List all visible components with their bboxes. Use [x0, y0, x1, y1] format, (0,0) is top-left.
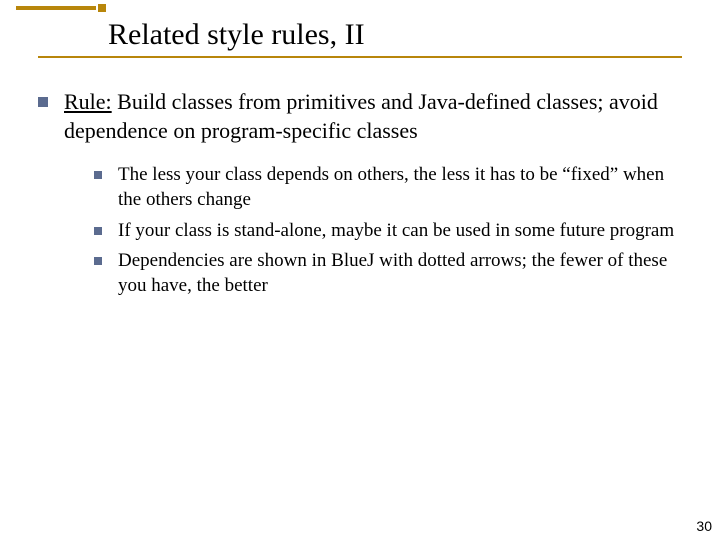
rule-label: Rule:: [64, 89, 112, 114]
header-accent-square: [98, 4, 106, 12]
sub-bullet-text: The less your class depends on others, t…: [118, 163, 690, 212]
square-bullet-icon: [94, 171, 102, 179]
title-underline: [38, 56, 682, 58]
slide-title: Related style rules, II: [108, 18, 365, 52]
main-bullet-row: Rule: Build classes from primitives and …: [38, 88, 690, 145]
sub-bullet-text: Dependencies are shown in BlueJ with dot…: [118, 249, 690, 298]
square-bullet-icon: [38, 97, 48, 107]
sub-bullet-row: If your class is stand-alone, maybe it c…: [94, 219, 690, 244]
sub-bullet-text: If your class is stand-alone, maybe it c…: [118, 219, 674, 244]
rule-body: Build classes from primitives and Java-d…: [64, 89, 658, 143]
content-area: Rule: Build classes from primitives and …: [38, 88, 690, 305]
square-bullet-icon: [94, 227, 102, 235]
sub-bullet-row: The less your class depends on others, t…: [94, 163, 690, 212]
square-bullet-icon: [94, 257, 102, 265]
main-bullet-text: Rule: Build classes from primitives and …: [64, 88, 690, 145]
page-number: 30: [696, 518, 712, 534]
sub-bullet-row: Dependencies are shown in BlueJ with dot…: [94, 249, 690, 298]
sub-bullet-list: The less your class depends on others, t…: [94, 163, 690, 298]
header-accent-bar: [16, 6, 96, 10]
